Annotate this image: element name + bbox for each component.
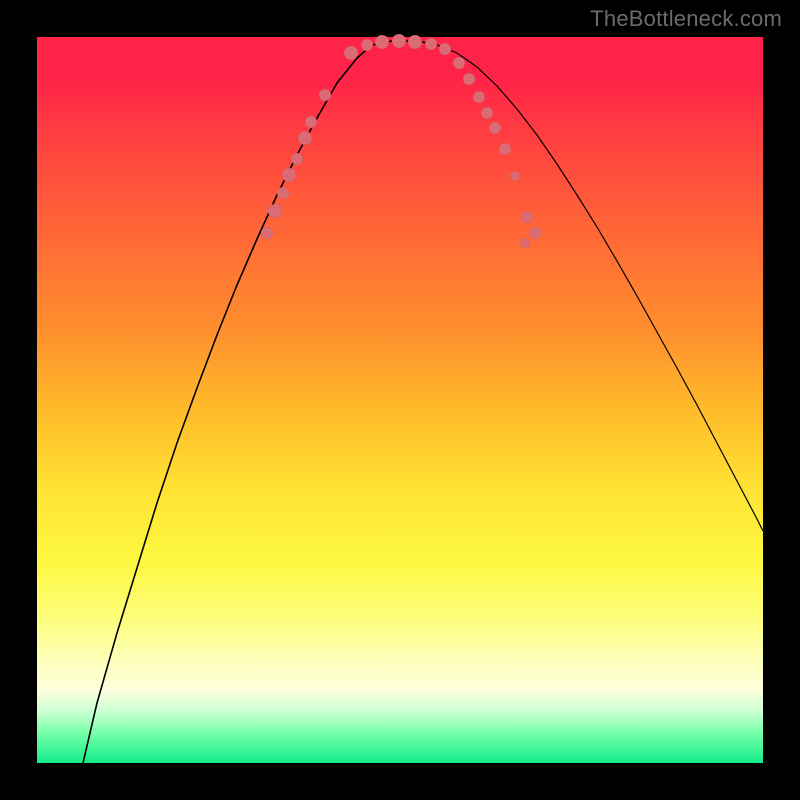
dot [529, 227, 541, 239]
dot [521, 211, 533, 223]
watermark-text: TheBottleneck.com [590, 6, 782, 32]
dot [261, 227, 273, 239]
dot [489, 122, 501, 134]
dot [268, 204, 282, 218]
dot [291, 153, 303, 165]
dot [473, 91, 485, 103]
dot [463, 73, 475, 85]
dot [520, 238, 530, 248]
dot [392, 34, 406, 48]
curve-layer [37, 37, 763, 763]
dot [344, 46, 358, 60]
dot [425, 38, 437, 50]
dot [499, 143, 511, 155]
dot [439, 43, 451, 55]
dot [481, 107, 493, 119]
dot [375, 35, 389, 49]
dot [453, 57, 465, 69]
dot [298, 131, 312, 145]
plot-area [37, 37, 763, 763]
dot [361, 39, 373, 51]
dot [305, 116, 317, 128]
dot [319, 89, 331, 101]
left-curve [83, 45, 372, 763]
dot [277, 187, 289, 199]
dot [282, 168, 296, 182]
dot [408, 35, 422, 49]
dot [510, 171, 520, 181]
highlight-dots [261, 34, 541, 248]
chart-stage: TheBottleneck.com [0, 0, 800, 800]
